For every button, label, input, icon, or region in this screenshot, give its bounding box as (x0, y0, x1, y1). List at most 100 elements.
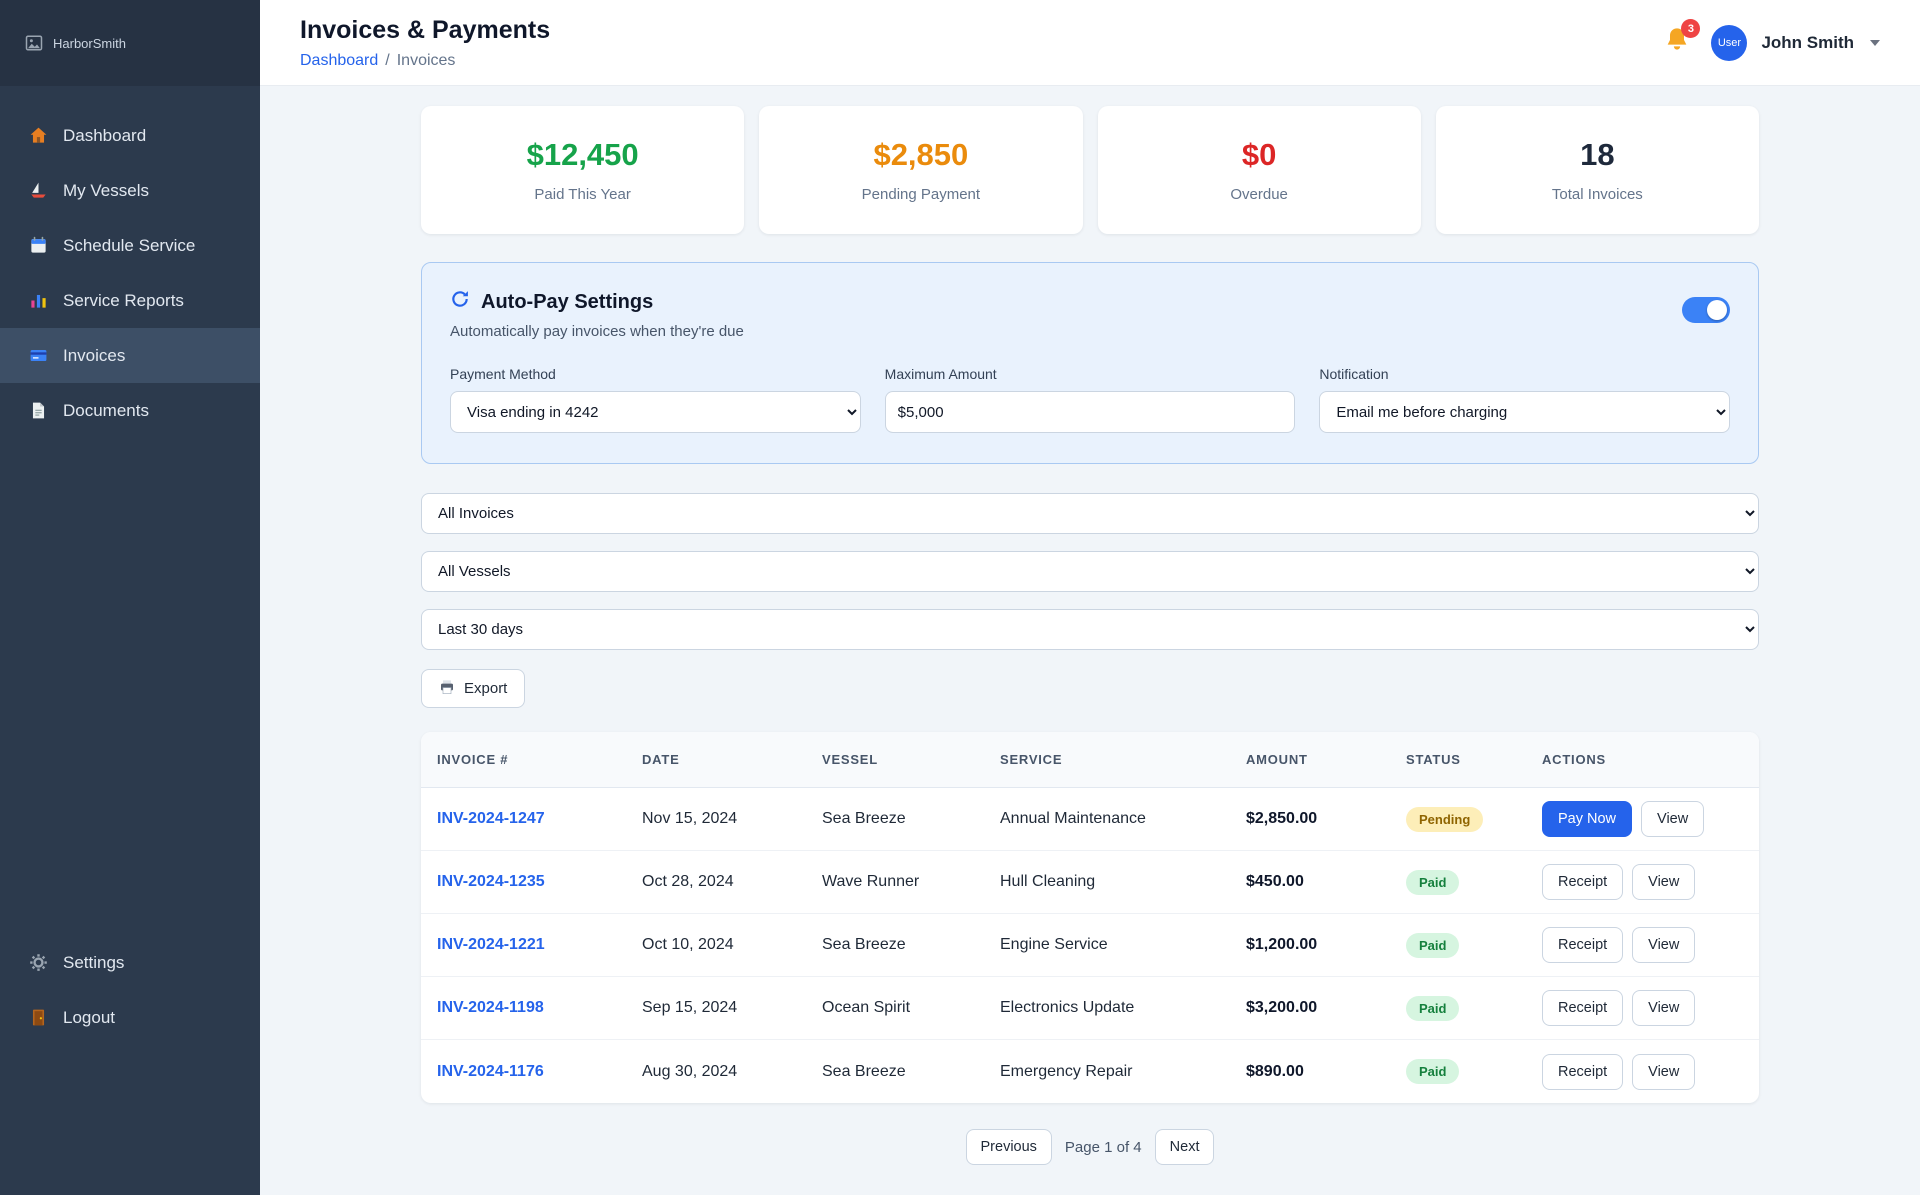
stat-card-total-invoices: 18 Total Invoices (1435, 106, 1759, 234)
next-page-button[interactable]: Next (1154, 1129, 1215, 1165)
bell-icon (1663, 28, 1691, 58)
logo-text: HarborSmith (53, 35, 126, 51)
row-actions: Receipt View (1542, 990, 1743, 1026)
stat-card-pending-payment: $2,850 Pending Payment (759, 106, 1083, 234)
receipt-button[interactable]: Receipt (1542, 990, 1624, 1026)
invoice-amount: $3,200.00 (1246, 999, 1318, 1016)
sidebar-item-service-reports[interactable]: Service Reports (0, 273, 260, 328)
invoice-date: Aug 30, 2024 (642, 1062, 738, 1080)
sidebar-item-label: Invoices (63, 345, 126, 365)
sidebar-item-settings[interactable]: Settings (0, 935, 260, 990)
invoice-number-link[interactable]: INV-2024-1221 (437, 936, 545, 953)
stat-value: $12,450 (526, 137, 639, 172)
view-button[interactable]: View (1632, 927, 1696, 963)
gear-icon (28, 953, 48, 973)
sidebar-item-label: Dashboard (63, 125, 147, 145)
column-header-service: SERVICE (1000, 752, 1063, 767)
row-actions: Receipt View (1542, 1053, 1743, 1090)
sidebar-item-invoices[interactable]: Invoices (0, 328, 260, 383)
column-header-status: STATUS (1406, 752, 1461, 767)
invoice-vessel: Wave Runner (822, 873, 920, 890)
table-row: INV-2024-1221 Oct 10, 2024 Sea Breeze En… (421, 914, 1759, 977)
avatar[interactable]: User (1711, 24, 1748, 61)
sidebar: HarborSmith Dashboard My Vessels Schedul… (0, 0, 260, 1195)
stat-value: $0 (1241, 137, 1277, 172)
autopay-toggle[interactable] (1682, 297, 1730, 323)
stats-row: $12,450 Paid This Year $2,850 Pending Pa… (421, 106, 1759, 234)
notification-field-group: Notification Email me before charging (1319, 366, 1730, 433)
export-button[interactable]: Export (421, 669, 526, 708)
payment-method-select[interactable]: Visa ending in 4242 (450, 391, 861, 433)
table-row: INV-2024-1247 Nov 15, 2024 Sea Breeze An… (421, 788, 1759, 851)
notification-count-badge: 3 (1681, 19, 1701, 38)
stat-card-paid-this-year: $12,450 Paid This Year (421, 106, 745, 234)
invoice-vessel: Sea Breeze (822, 1062, 906, 1080)
row-actions: Pay Now View (1542, 801, 1743, 837)
table-row: INV-2024-1235 Oct 28, 2024 Wave Runner H… (421, 851, 1759, 914)
sidebar-item-label: Logout (63, 1007, 115, 1027)
invoice-number-link[interactable]: INV-2024-1176 (437, 1063, 544, 1080)
invoice-amount: $450.00 (1246, 873, 1304, 890)
user-name[interactable]: John Smith (1761, 33, 1854, 53)
breadcrumb-current: Invoices (396, 51, 456, 69)
column-header-actions: ACTIONS (1542, 752, 1606, 767)
credit-card-icon (28, 346, 48, 366)
logo[interactable]: HarborSmith (0, 0, 260, 86)
view-button[interactable]: View (1632, 1053, 1696, 1090)
sidebar-footer: Settings Logout (0, 935, 260, 1045)
receipt-button[interactable]: Receipt (1542, 927, 1624, 963)
invoice-amount: $2,850.00 (1246, 810, 1318, 827)
door-icon (28, 1008, 48, 1028)
view-button[interactable]: View (1632, 990, 1696, 1026)
toggle-knob (1707, 300, 1727, 320)
sidebar-item-my-vessels[interactable]: My Vessels (0, 163, 260, 218)
sidebar-item-documents[interactable]: Documents (0, 383, 260, 438)
vessel-filter-select[interactable]: All Vessels (421, 551, 1759, 592)
previous-page-button[interactable]: Previous (965, 1129, 1052, 1165)
sidebar-item-dashboard[interactable]: Dashboard (0, 108, 260, 163)
column-header-vessel: VESSEL (822, 752, 878, 767)
sidebar-item-logout[interactable]: Logout (0, 990, 260, 1045)
page-status: Page 1 of 4 (1064, 1138, 1142, 1156)
receipt-button[interactable]: Receipt (1542, 1053, 1624, 1090)
stat-label: Total Invoices (1551, 186, 1643, 203)
sidebar-nav: Dashboard My Vessels Schedule Service Se… (0, 86, 260, 1195)
invoice-number-link[interactable]: INV-2024-1198 (437, 999, 544, 1016)
invoice-number-link[interactable]: INV-2024-1247 (437, 810, 545, 827)
column-header-date: DATE (642, 752, 680, 767)
invoice-date: Oct 28, 2024 (642, 873, 734, 890)
view-button[interactable]: View (1632, 864, 1696, 900)
invoice-vessel: Ocean Spirit (822, 999, 911, 1016)
broken-image-icon (24, 33, 44, 53)
content-container: $12,450 Paid This Year $2,850 Pending Pa… (421, 86, 1759, 1165)
breadcrumb-dashboard-link[interactable]: Dashboard (300, 52, 378, 69)
pay-now-button[interactable]: Pay Now (1542, 801, 1633, 837)
notifications-button[interactable]: 3 (1657, 19, 1701, 63)
invoice-date: Oct 10, 2024 (642, 936, 734, 953)
invoice-status-filter-select[interactable]: All Invoices (421, 493, 1759, 534)
sidebar-item-schedule-service[interactable]: Schedule Service (0, 218, 260, 273)
notification-label: Notification (1319, 366, 1389, 382)
row-actions: Receipt View (1542, 927, 1743, 963)
invoice-service: Electronics Update (1000, 999, 1135, 1016)
app-root: HarborSmith Dashboard My Vessels Schedul… (0, 0, 1920, 1195)
invoice-table: INVOICE # DATE VESSEL SERVICE AMOUNT STA… (421, 732, 1759, 1103)
chevron-down-icon[interactable] (1870, 39, 1880, 46)
invoice-number-link[interactable]: INV-2024-1235 (437, 873, 545, 890)
autopay-fields: Payment Method Visa ending in 4242 Maxim… (450, 366, 1730, 433)
date-range-filter-select[interactable]: Last 30 days (421, 609, 1759, 650)
refresh-icon (450, 289, 470, 315)
receipt-button[interactable]: Receipt (1542, 864, 1624, 900)
status-badge: Paid (1406, 1059, 1460, 1084)
status-badge: Paid (1406, 995, 1460, 1021)
invoice-service: Hull Cleaning (1000, 873, 1096, 890)
notification-select[interactable]: Email me before charging (1319, 391, 1730, 433)
page-title: Invoices & Payments (300, 15, 551, 44)
column-header-invoice: INVOICE # (437, 752, 509, 767)
invoice-date: Sep 15, 2024 (642, 999, 738, 1016)
table-row: INV-2024-1176 Aug 30, 2024 Sea Breeze Em… (421, 1040, 1759, 1103)
view-button[interactable]: View (1641, 801, 1705, 837)
maximum-amount-input[interactable] (884, 391, 1296, 433)
stat-label: Pending Payment (861, 186, 981, 203)
document-icon (28, 401, 48, 421)
